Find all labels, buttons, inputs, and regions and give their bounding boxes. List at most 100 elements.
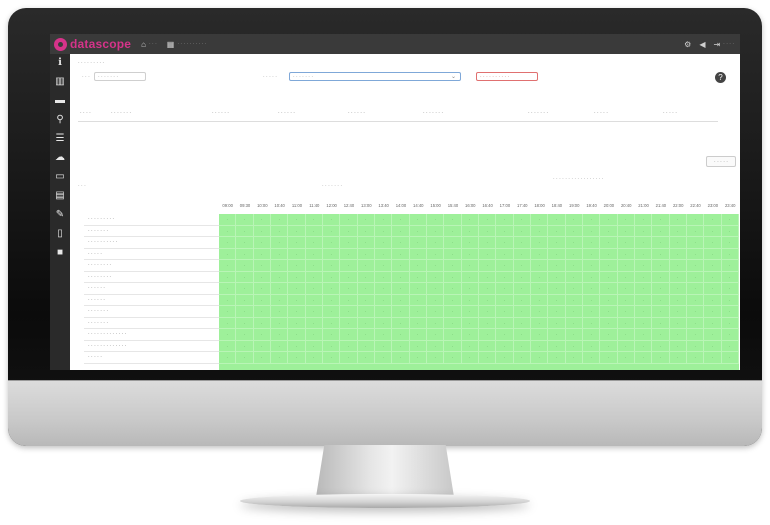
- slot-cell[interactable]: ·: [375, 306, 393, 318]
- slot-cell[interactable]: ·: [565, 271, 583, 283]
- slot-cell[interactable]: ·: [652, 248, 670, 260]
- slot-cell[interactable]: ·: [219, 317, 237, 329]
- room-select[interactable]: · · · · · · · ⌄: [289, 72, 461, 81]
- slot-cell[interactable]: ·: [617, 329, 635, 341]
- slot-cell[interactable]: ·: [392, 271, 410, 283]
- slot-cell[interactable]: ·: [392, 352, 410, 364]
- slot-cell[interactable]: ·: [565, 340, 583, 352]
- slot-cell[interactable]: ·: [236, 271, 254, 283]
- slot-cell[interactable]: ·: [427, 260, 445, 272]
- slot-cell[interactable]: ·: [635, 225, 653, 237]
- slot-cell[interactable]: ·: [687, 237, 705, 249]
- slot-cell[interactable]: ·: [461, 225, 479, 237]
- slot-cell[interactable]: ·: [340, 237, 358, 249]
- slot-cell[interactable]: ·: [687, 248, 705, 260]
- slot-cell[interactable]: ·: [427, 271, 445, 283]
- slot-cell[interactable]: ·: [669, 340, 687, 352]
- slot-cell[interactable]: ·: [392, 340, 410, 352]
- sidebar-item-cloud[interactable]: ☁: [50, 149, 70, 167]
- slot-cell[interactable]: ·: [323, 271, 341, 283]
- slot-cell[interactable]: ·: [340, 352, 358, 364]
- slot-cell[interactable]: ·: [496, 237, 514, 249]
- slot-cell[interactable]: ·: [236, 329, 254, 341]
- slot-cell[interactable]: ·: [496, 271, 514, 283]
- slot-cell[interactable]: ·: [704, 283, 722, 295]
- slot-cell[interactable]: ·: [479, 294, 497, 306]
- slot-cell[interactable]: ·: [461, 317, 479, 329]
- slot-cell[interactable]: ·: [323, 352, 341, 364]
- slot-cell[interactable]: ·: [669, 237, 687, 249]
- slot-cell[interactable]: ·: [513, 214, 531, 226]
- slot-cell[interactable]: ·: [444, 214, 462, 226]
- slot-cell[interactable]: ·: [253, 306, 271, 318]
- slot-cell[interactable]: ·: [461, 340, 479, 352]
- slot-cell[interactable]: ·: [392, 214, 410, 226]
- slot-cell[interactable]: ·: [409, 306, 427, 318]
- slot-cell[interactable]: ·: [635, 214, 653, 226]
- slot-cell[interactable]: ·: [236, 260, 254, 272]
- slot-cell[interactable]: ·: [669, 317, 687, 329]
- slot-cell[interactable]: ·: [323, 214, 341, 226]
- slot-cell[interactable]: ·: [548, 340, 566, 352]
- slot-cell[interactable]: ·: [479, 340, 497, 352]
- slot-cell[interactable]: ·: [461, 352, 479, 364]
- slot-cell[interactable]: ·: [409, 294, 427, 306]
- slot-cell[interactable]: ·: [323, 294, 341, 306]
- slot-cell[interactable]: ·: [600, 294, 618, 306]
- slot-cell[interactable]: ·: [375, 283, 393, 295]
- slot-cell[interactable]: ·: [305, 340, 323, 352]
- slot-cell[interactable]: ·: [340, 271, 358, 283]
- slot-cell[interactable]: ·: [513, 317, 531, 329]
- slot-cell[interactable]: ·: [219, 352, 237, 364]
- slot-cell[interactable]: ·: [357, 271, 375, 283]
- slot-cell[interactable]: ·: [600, 352, 618, 364]
- slot-cell[interactable]: ·: [427, 225, 445, 237]
- slot-cell[interactable]: ·: [652, 317, 670, 329]
- slot-cell[interactable]: ·: [375, 317, 393, 329]
- slot-cell[interactable]: ·: [340, 340, 358, 352]
- slot-cell[interactable]: ·: [669, 329, 687, 341]
- slot-cell[interactable]: ·: [219, 306, 237, 318]
- slot-cell[interactable]: ·: [600, 237, 618, 249]
- sidebar-item-monitor[interactable]: ▭: [50, 168, 70, 186]
- slot-cell[interactable]: ·: [427, 329, 445, 341]
- slot-cell[interactable]: ·: [409, 260, 427, 272]
- slot-cell[interactable]: ·: [288, 271, 306, 283]
- sidebar-item-document[interactable]: ▤: [50, 187, 70, 205]
- slot-cell[interactable]: ·: [721, 317, 739, 329]
- slot-cell[interactable]: ·: [236, 248, 254, 260]
- slot-cell[interactable]: ·: [704, 237, 722, 249]
- slot-cell[interactable]: ·: [340, 329, 358, 341]
- slot-cell[interactable]: ·: [357, 214, 375, 226]
- slot-cell[interactable]: ·: [635, 283, 653, 295]
- slot-cell[interactable]: ·: [253, 283, 271, 295]
- slot-cell[interactable]: ·: [236, 214, 254, 226]
- slot-cell[interactable]: ·: [548, 352, 566, 364]
- slot-cell[interactable]: ·: [687, 329, 705, 341]
- slot-cell[interactable]: ·: [513, 248, 531, 260]
- slot-cell[interactable]: ·: [600, 271, 618, 283]
- slot-cell[interactable]: ·: [305, 329, 323, 341]
- slot-cell[interactable]: ·: [704, 340, 722, 352]
- slot-cell[interactable]: ·: [531, 329, 549, 341]
- slot-cell[interactable]: ·: [357, 352, 375, 364]
- slot-cell[interactable]: ·: [687, 352, 705, 364]
- slot-cell[interactable]: ·: [652, 225, 670, 237]
- slot-cell[interactable]: ·: [548, 283, 566, 295]
- room-row-label[interactable]: · · · · ·: [84, 249, 219, 260]
- slot-cell[interactable]: ·: [305, 283, 323, 295]
- slot-cell[interactable]: ·: [236, 237, 254, 249]
- slot-cell[interactable]: ·: [323, 317, 341, 329]
- slot-cell[interactable]: ·: [513, 260, 531, 272]
- slot-cell[interactable]: ·: [669, 260, 687, 272]
- slot-cell[interactable]: ·: [652, 260, 670, 272]
- slot-cell[interactable]: ·: [479, 248, 497, 260]
- slot-cell[interactable]: ·: [479, 306, 497, 318]
- slot-cell[interactable]: ·: [600, 283, 618, 295]
- slot-cell[interactable]: ·: [427, 317, 445, 329]
- slot-cell[interactable]: ·: [721, 271, 739, 283]
- slot-cell[interactable]: ·: [513, 306, 531, 318]
- slot-cell[interactable]: ·: [357, 237, 375, 249]
- slot-cell[interactable]: ·: [496, 306, 514, 318]
- slot-cell[interactable]: ·: [565, 225, 583, 237]
